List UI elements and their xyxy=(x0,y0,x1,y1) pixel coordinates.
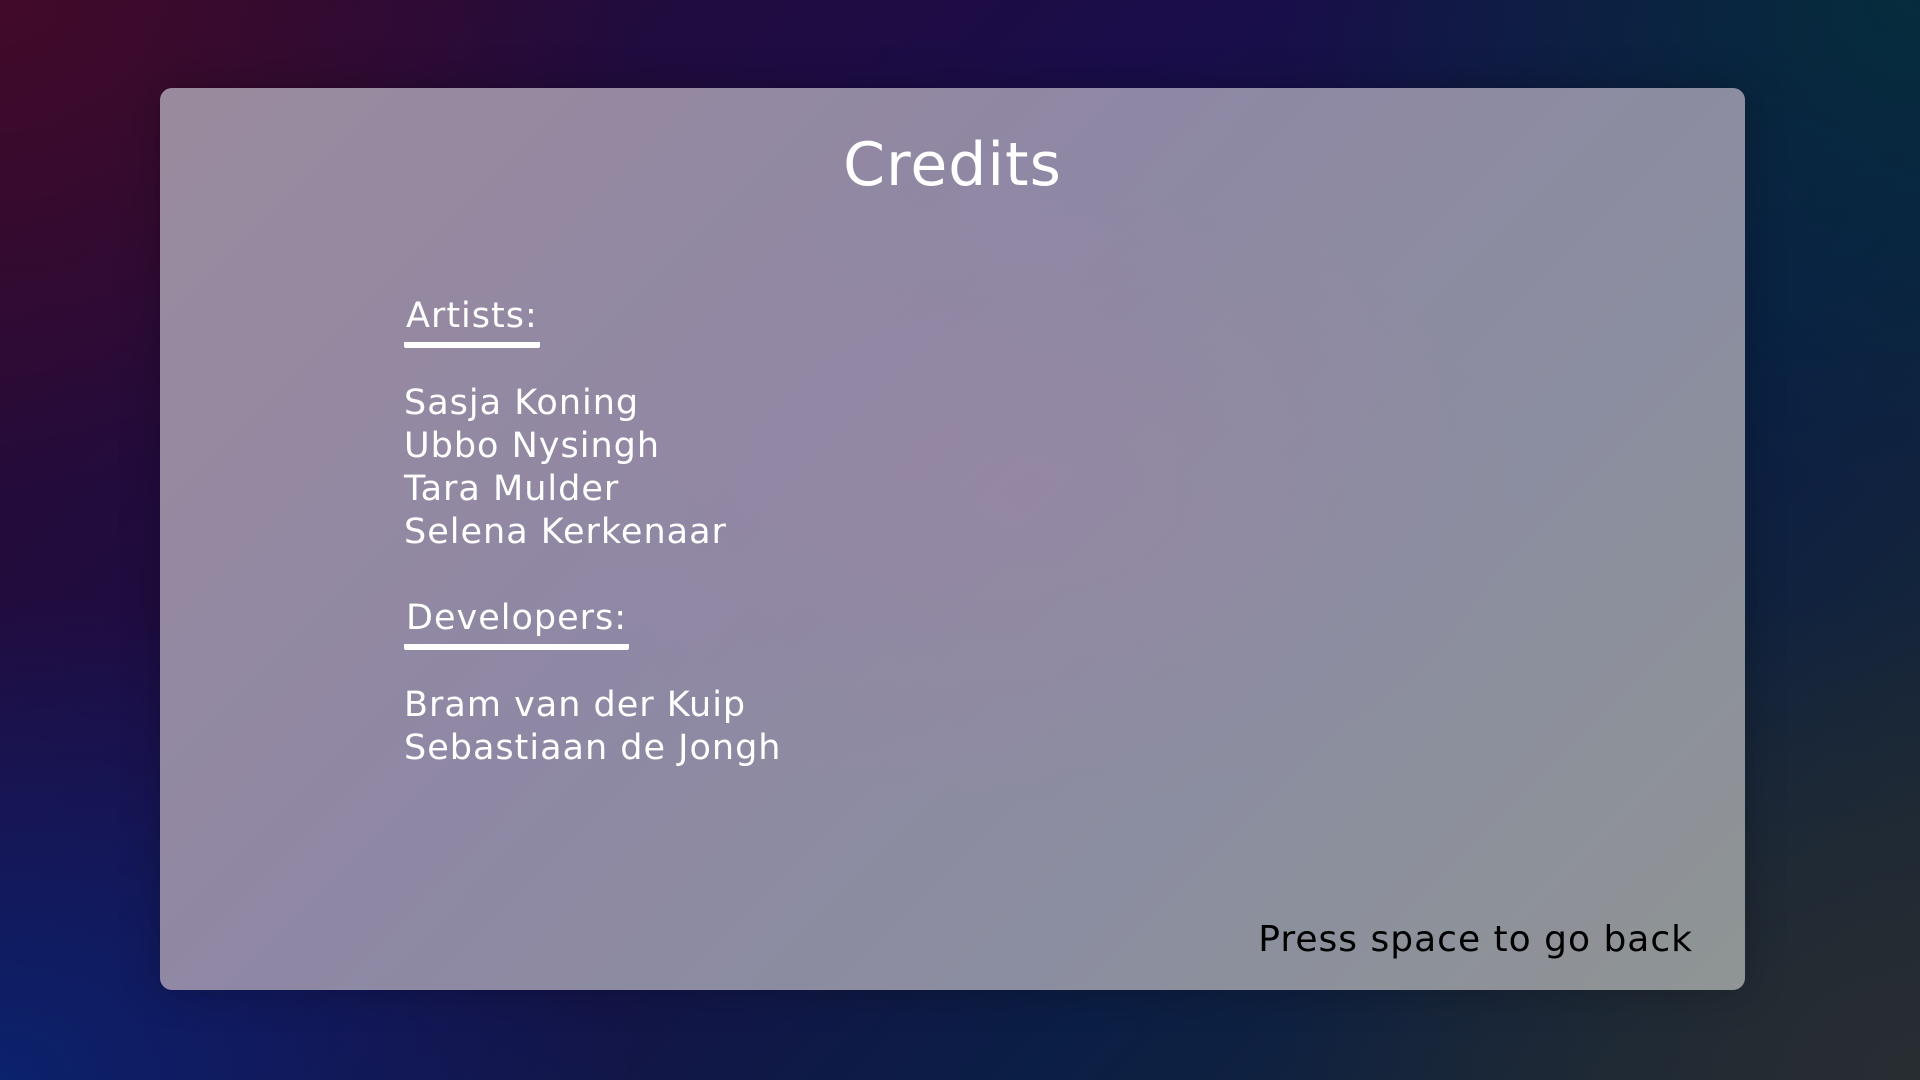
page-title: Credits xyxy=(843,130,1062,200)
artist-name: Tara Mulder xyxy=(404,469,620,509)
artist-name: Sasja Koning xyxy=(404,383,640,423)
artists-section: Artists: Sasja Koning Ubbo Nysingh Tara … xyxy=(404,296,727,554)
back-hint: Press space to go back xyxy=(1258,919,1693,960)
developers-heading: Developers: xyxy=(404,598,630,650)
artist-name: Ubbo Nysingh xyxy=(404,426,661,466)
developer-name: Bram van der Kuip xyxy=(404,685,747,725)
developers-section: Developers: Bram van der Kuip Sebastiaan… xyxy=(404,598,782,770)
developer-name: Sebastiaan de Jongh xyxy=(404,728,782,768)
credits-panel: Credits Artists: Sasja Koning Ubbo Nysin… xyxy=(160,88,1745,990)
artist-name: Selena Kerkenaar xyxy=(404,512,727,552)
developers-list: Bram van der Kuip Sebastiaan de Jongh xyxy=(404,684,782,770)
artists-list: Sasja Koning Ubbo Nysingh Tara Mulder Se… xyxy=(404,382,727,554)
artists-heading: Artists: xyxy=(404,296,540,348)
